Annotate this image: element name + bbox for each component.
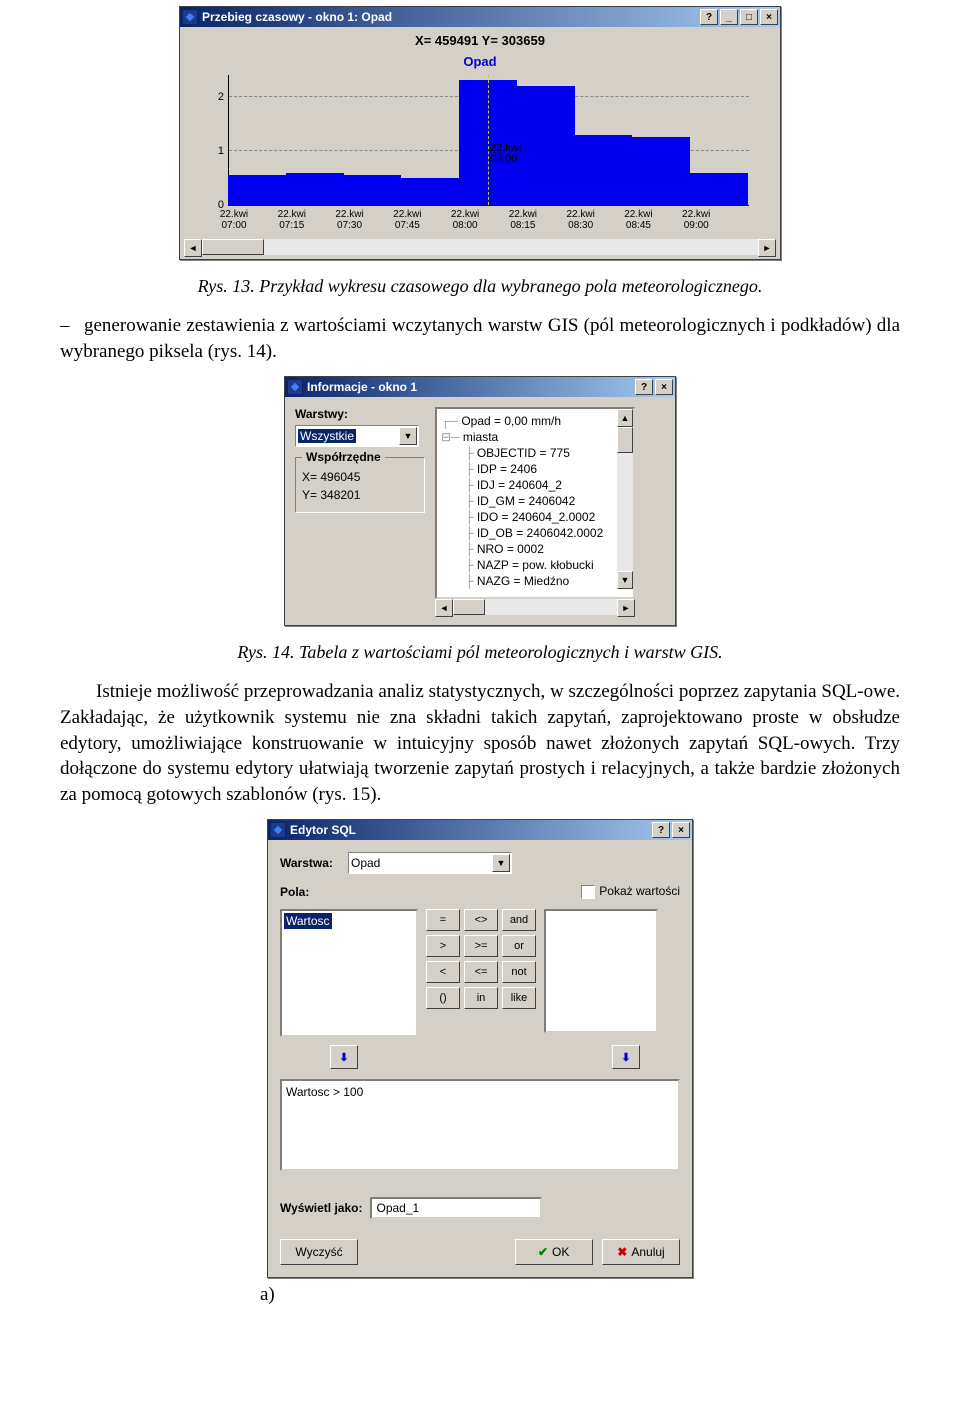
ok-button[interactable]: ✔OK <box>515 1239 593 1265</box>
y-tick: 1 <box>218 145 224 157</box>
layer-label: Warstwa: <box>280 856 340 870</box>
x-tick: 22.kwi08:15 <box>499 209 547 231</box>
chevron-down-icon[interactable]: ▼ <box>399 427 417 445</box>
layers-label: Warstwy: <box>295 407 425 421</box>
scroll-up-icon[interactable]: ▲ <box>617 409 633 427</box>
coord-y: Y= 348201 <box>302 488 418 502</box>
figure-caption-14: Rys. 14. Tabela z wartościami pól meteor… <box>60 642 900 663</box>
scroll-thumb[interactable] <box>617 427 633 453</box>
add-field-button[interactable]: ⬇ <box>330 1045 358 1069</box>
chevron-down-icon[interactable]: ▼ <box>492 854 510 872</box>
help-button[interactable]: ? <box>700 9 718 25</box>
help-button[interactable]: ? <box>635 379 653 395</box>
x-tick: 22.kwi07:00 <box>210 209 258 231</box>
operator-button[interactable]: like <box>502 987 536 1009</box>
attribute-tree[interactable]: ┌─ Opad = 0,00 mm/h ⊟─ miasta ├ OBJECTID… <box>435 407 635 599</box>
app-icon <box>287 379 303 395</box>
display-as-label: Wyświetl jako: <box>280 1201 362 1215</box>
operator-button[interactable]: or <box>502 935 536 957</box>
fields-label: Pola: <box>280 885 340 899</box>
app-icon <box>182 9 198 25</box>
operator-button[interactable]: <> <box>464 909 498 931</box>
scroll-right-icon[interactable]: ► <box>758 239 776 257</box>
coord-x: X= 496045 <box>302 470 418 484</box>
close-button[interactable]: × <box>672 822 690 838</box>
window-title: Edytor SQL <box>290 823 650 837</box>
list-item[interactable]: Wartosc <box>284 913 332 929</box>
titlebar-chart[interactable]: Przebieg czasowy - okno 1: Opad ? _ □ × <box>180 7 780 27</box>
time-marker <box>488 75 489 205</box>
cancel-button[interactable]: ✖Anuluj <box>602 1239 680 1265</box>
operator-button[interactable]: <= <box>464 961 498 983</box>
close-button[interactable]: × <box>655 379 673 395</box>
operator-button[interactable]: and <box>502 909 536 931</box>
chart-hscrollbar[interactable]: ◄ ► <box>184 239 776 255</box>
operator-button[interactable]: in <box>464 987 498 1009</box>
clear-button[interactable]: Wyczyść <box>280 1239 358 1265</box>
values-listbox[interactable] <box>544 909 658 1033</box>
tree-vscrollbar[interactable]: ▲ ▼ <box>617 409 633 589</box>
info-window: Informacje - okno 1 ? × Warstwy: Wszystk… <box>284 376 676 626</box>
show-values-checkbox[interactable]: Pokaż wartości <box>581 884 680 899</box>
layer-combobox[interactable]: Opad ▼ <box>348 852 512 874</box>
maximize-button[interactable]: □ <box>740 9 758 25</box>
operator-button[interactable]: = <box>426 909 460 931</box>
coord-readout: X= 459491 Y= 303659 <box>182 29 778 52</box>
tree-hscrollbar[interactable]: ◄ ► <box>435 599 635 615</box>
marker-label: 22.kwi 08:00 <box>490 143 521 165</box>
scroll-left-icon[interactable]: ◄ <box>184 239 202 257</box>
scroll-thumb[interactable] <box>202 239 264 255</box>
window-title: Przebieg czasowy - okno 1: Opad <box>202 10 698 24</box>
titlebar-sql[interactable]: Edytor SQL ? × <box>268 820 692 840</box>
bullet-item: –generowanie zestawienia z wartościami w… <box>60 313 900 364</box>
scroll-thumb[interactable] <box>453 599 485 615</box>
operator-button[interactable]: () <box>426 987 460 1009</box>
x-tick: 22.kwi08:00 <box>441 209 489 231</box>
titlebar-info[interactable]: Informacje - okno 1 ? × <box>285 377 675 397</box>
figure-caption-13: Rys. 13. Przykład wykresu czasowego dla … <box>60 276 900 297</box>
sql-editor-window: Edytor SQL ? × Warstwa: Opad ▼ Pola: Pok… <box>267 819 693 1278</box>
operator-button[interactable]: > <box>426 935 460 957</box>
x-tick: 22.kwi07:45 <box>383 209 431 231</box>
scroll-left-icon[interactable]: ◄ <box>435 599 453 617</box>
add-value-button[interactable]: ⬇ <box>612 1045 640 1069</box>
scroll-down-icon[interactable]: ▼ <box>617 571 633 589</box>
sql-textarea[interactable]: Wartosc > 100 <box>280 1079 680 1171</box>
operator-button[interactable]: < <box>426 961 460 983</box>
paragraph: Istnieje możliwość przeprowadzania anali… <box>60 679 900 807</box>
x-tick: 22.kwi07:30 <box>326 209 374 231</box>
operator-button[interactable]: >= <box>464 935 498 957</box>
fields-listbox[interactable]: Wartosc <box>280 909 418 1037</box>
y-tick: 2 <box>218 91 224 103</box>
minimize-button[interactable]: _ <box>720 9 738 25</box>
x-tick: 22.kwi07:15 <box>268 209 316 231</box>
operator-button[interactable]: not <box>502 961 536 983</box>
coord-groupbox: Współrzędne X= 496045 Y= 348201 <box>295 457 425 513</box>
window-title: Informacje - okno 1 <box>307 380 633 394</box>
display-as-input[interactable]: Opad_1 <box>370 1197 542 1219</box>
chart-plot: 0 1 2 22.kwi 08:00 22.kwi07:0022.kwi07:1… <box>200 75 760 235</box>
close-button[interactable]: × <box>760 9 778 25</box>
help-button[interactable]: ? <box>652 822 670 838</box>
x-tick: 22.kwi08:30 <box>557 209 605 231</box>
x-tick: 22.kwi08:45 <box>614 209 662 231</box>
subfigure-label-a: a) <box>260 1284 275 1306</box>
scroll-right-icon[interactable]: ► <box>617 599 635 617</box>
chart-window: Przebieg czasowy - okno 1: Opad ? _ □ × … <box>179 6 781 260</box>
x-tick: 22.kwi09:00 <box>672 209 720 231</box>
app-icon <box>270 822 286 838</box>
chart-title: Opad <box>182 52 778 75</box>
layers-combobox[interactable]: Wszystkie ▼ <box>295 425 419 447</box>
